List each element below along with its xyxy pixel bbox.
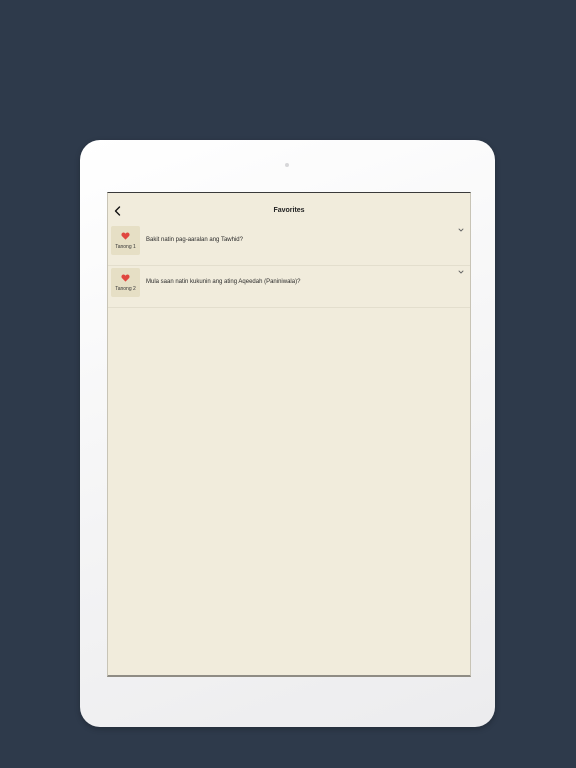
question-text: Bakit natin pag-aaralan ang Tawhid?: [146, 237, 243, 243]
camera-dot: [285, 163, 289, 167]
badge-label: Tanong 2: [115, 286, 136, 292]
list-item[interactable]: Tanong 1 Bakit natin pag-aaralan ang Taw…: [108, 224, 470, 266]
expand-button[interactable]: [457, 226, 465, 234]
heart-icon: [121, 227, 130, 244]
tablet-frame: Favorites Tanong 1 Bakit natin pag-aaral…: [80, 140, 495, 727]
badge-label: Tanong 1: [115, 244, 136, 250]
heart-icon: [121, 269, 130, 286]
chevron-down-icon: [457, 268, 465, 276]
question-badge: Tanong 1: [111, 226, 140, 255]
chevron-down-icon: [457, 226, 465, 234]
question-text: Mula saan natin kukunin ang ating Aqeeda…: [146, 279, 301, 285]
favorites-list: Tanong 1 Bakit natin pag-aaralan ang Taw…: [108, 224, 470, 308]
page-title: Favorites: [273, 207, 305, 214]
question-badge: Tanong 2: [111, 268, 140, 297]
expand-button[interactable]: [457, 268, 465, 276]
list-item[interactable]: Tanong 2 Mula saan natin kukunin ang ati…: [108, 266, 470, 308]
app-screen: Favorites Tanong 1 Bakit natin pag-aaral…: [107, 192, 471, 677]
